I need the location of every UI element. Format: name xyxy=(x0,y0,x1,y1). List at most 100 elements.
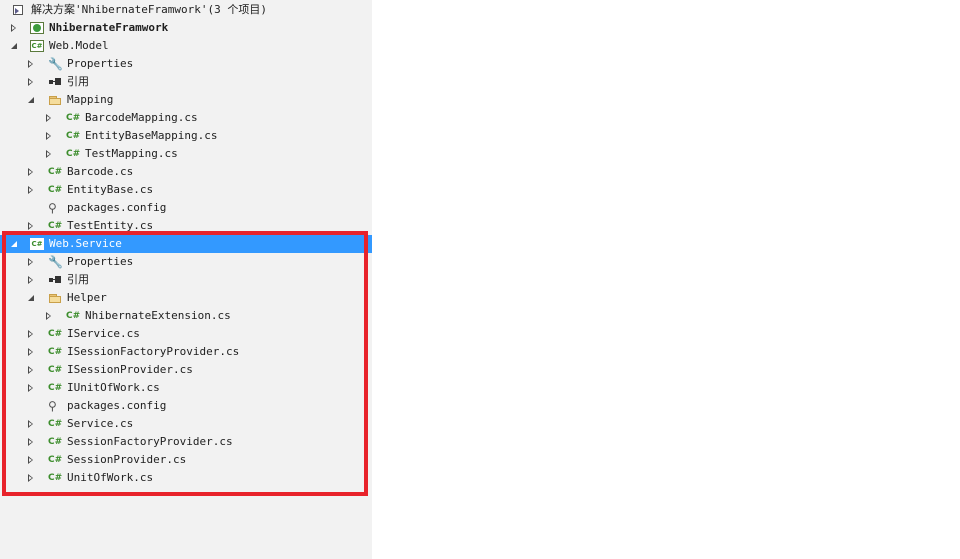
tree-item-label: SessionFactoryProvider.cs xyxy=(67,435,233,448)
tree-item-label: ISessionFactoryProvider.cs xyxy=(67,345,240,358)
tree-item-label: Web.Model xyxy=(49,39,109,52)
tree-item[interactable]: Mapping xyxy=(0,91,372,109)
tree-item[interactable]: C# SessionFactoryProvider.cs xyxy=(0,433,372,451)
csharp-file-icon: C# xyxy=(48,437,63,447)
web-project-icon xyxy=(30,22,44,34)
expand-arrow-icon[interactable] xyxy=(25,451,37,469)
expand-arrow-icon[interactable] xyxy=(8,19,20,37)
tree-item[interactable]: 引用 xyxy=(0,73,372,91)
collapse-arrow-icon[interactable] xyxy=(25,91,37,109)
tree-item-label: 解决方案'NhibernateFramwork'(3 个项目) xyxy=(31,3,267,16)
csharp-file-icon: C# xyxy=(48,383,63,393)
tree-item[interactable]: C# IService.cs xyxy=(0,325,372,343)
tree-item[interactable]: C# UnitOfWork.cs xyxy=(0,469,372,487)
csharp-file-icon: C# xyxy=(48,167,63,177)
csharp-file-icon: C# xyxy=(48,473,63,483)
tree-item-label: Properties xyxy=(67,255,134,268)
tree-item-label: IService.cs xyxy=(67,327,140,340)
csharp-file-icon: C# xyxy=(66,311,81,321)
tree-item[interactable]: 🔧 Properties xyxy=(0,253,372,271)
wrench-icon: 🔧 xyxy=(48,255,63,269)
csharp-file-icon: C# xyxy=(48,185,63,195)
expand-arrow-icon[interactable] xyxy=(25,55,37,73)
tree-item[interactable]: 解决方案'NhibernateFramwork'(3 个项目) xyxy=(0,1,372,19)
tree-item[interactable]: C# TestEntity.cs xyxy=(0,217,372,235)
tree-item[interactable]: C# EntityBaseMapping.cs xyxy=(0,127,372,145)
expand-arrow-icon[interactable] xyxy=(25,181,37,199)
tree-item[interactable]: Helper xyxy=(0,289,372,307)
tree-item-label: Web.Service xyxy=(49,237,122,250)
expand-arrow-icon[interactable] xyxy=(25,163,37,181)
expand-arrow-icon[interactable] xyxy=(43,307,55,325)
csharp-file-icon: C# xyxy=(48,419,63,429)
collapse-arrow-icon[interactable] xyxy=(25,289,37,307)
expand-arrow-icon[interactable] xyxy=(43,145,55,163)
solution-tree: 解决方案'NhibernateFramwork'(3 个项目) Nhibernat… xyxy=(0,1,372,487)
tree-item[interactable]: C# BarcodeMapping.cs xyxy=(0,109,372,127)
tree-item-label: Service.cs xyxy=(67,417,134,430)
collapse-arrow-icon[interactable] xyxy=(8,235,20,253)
tree-item-label: NhibernateExtension.cs xyxy=(85,309,231,322)
tree-item[interactable]: NhibernateFramwork xyxy=(0,19,372,37)
tree-item[interactable]: C# IUnitOfWork.cs xyxy=(0,379,372,397)
tree-item[interactable]: C# Barcode.cs xyxy=(0,163,372,181)
csharp-file-icon: C# xyxy=(48,365,63,375)
tree-item[interactable]: ⚲ packages.config xyxy=(0,199,372,217)
csharp-file-icon: C# xyxy=(48,329,63,339)
expand-arrow-icon[interactable] xyxy=(25,217,37,235)
config-file-icon: ⚲ xyxy=(48,399,57,413)
tree-item-label: NhibernateFramwork xyxy=(49,21,169,34)
expand-arrow-icon[interactable] xyxy=(25,253,37,271)
csharp-file-icon: C# xyxy=(66,113,81,123)
tree-item-label: 引用 xyxy=(67,75,89,88)
tree-item-label: BarcodeMapping.cs xyxy=(85,111,198,124)
solution-explorer-panel: 解决方案'NhibernateFramwork'(3 个项目) Nhibernat… xyxy=(0,0,372,559)
expand-arrow-icon[interactable] xyxy=(43,109,55,127)
expand-arrow-icon[interactable] xyxy=(25,433,37,451)
tree-item-label: EntityBaseMapping.cs xyxy=(85,129,218,142)
references-icon xyxy=(48,273,62,287)
csharp-project-icon: C# xyxy=(30,238,44,250)
expand-arrow-icon[interactable] xyxy=(25,379,37,397)
expand-arrow-icon[interactable] xyxy=(25,415,37,433)
expand-arrow-icon[interactable] xyxy=(43,127,55,145)
tree-item-label: TestMapping.cs xyxy=(85,147,178,160)
expand-arrow-icon[interactable] xyxy=(25,469,37,487)
tree-item[interactable]: C# Web.Service xyxy=(0,235,372,253)
expand-arrow-icon[interactable] xyxy=(25,325,37,343)
expand-arrow-icon[interactable] xyxy=(25,73,37,91)
tree-item-label: 引用 xyxy=(67,273,89,286)
tree-item[interactable]: C# NhibernateExtension.cs xyxy=(0,307,372,325)
config-file-icon: ⚲ xyxy=(48,201,57,215)
tree-item[interactable]: 引用 xyxy=(0,271,372,289)
tree-item-label: UnitOfWork.cs xyxy=(67,471,154,484)
tree-item[interactable]: C# Web.Model xyxy=(0,37,372,55)
tree-item-label: IUnitOfWork.cs xyxy=(67,381,160,394)
csharp-file-icon: C# xyxy=(48,455,63,465)
tree-item[interactable]: C# ISessionProvider.cs xyxy=(0,361,372,379)
tree-item[interactable]: C# TestMapping.cs xyxy=(0,145,372,163)
tree-item[interactable]: ⚲ packages.config xyxy=(0,397,372,415)
csharp-project-icon: C# xyxy=(30,40,44,52)
expand-arrow-icon[interactable] xyxy=(25,271,37,289)
tree-item-label: TestEntity.cs xyxy=(67,219,154,232)
wrench-icon: 🔧 xyxy=(48,57,63,71)
tree-item[interactable]: C# SessionProvider.cs xyxy=(0,451,372,469)
tree-item[interactable]: C# Service.cs xyxy=(0,415,372,433)
csharp-file-icon: C# xyxy=(66,131,81,141)
tree-item-label: Barcode.cs xyxy=(67,165,134,178)
csharp-file-icon: C# xyxy=(66,149,81,159)
expand-arrow-icon[interactable] xyxy=(25,343,37,361)
references-icon xyxy=(48,75,62,89)
tree-item[interactable]: C# ISessionFactoryProvider.cs xyxy=(0,343,372,361)
tree-item-label: packages.config xyxy=(67,201,167,214)
tree-item[interactable]: C# EntityBase.cs xyxy=(0,181,372,199)
folder-icon xyxy=(48,291,62,305)
tree-item[interactable]: 🔧 Properties xyxy=(0,55,372,73)
folder-icon xyxy=(48,93,62,107)
collapse-arrow-icon[interactable] xyxy=(8,37,20,55)
expand-arrow-icon[interactable] xyxy=(25,361,37,379)
tree-item-label: packages.config xyxy=(67,399,167,412)
solution-icon xyxy=(12,3,26,17)
tree-item-label: SessionProvider.cs xyxy=(67,453,187,466)
